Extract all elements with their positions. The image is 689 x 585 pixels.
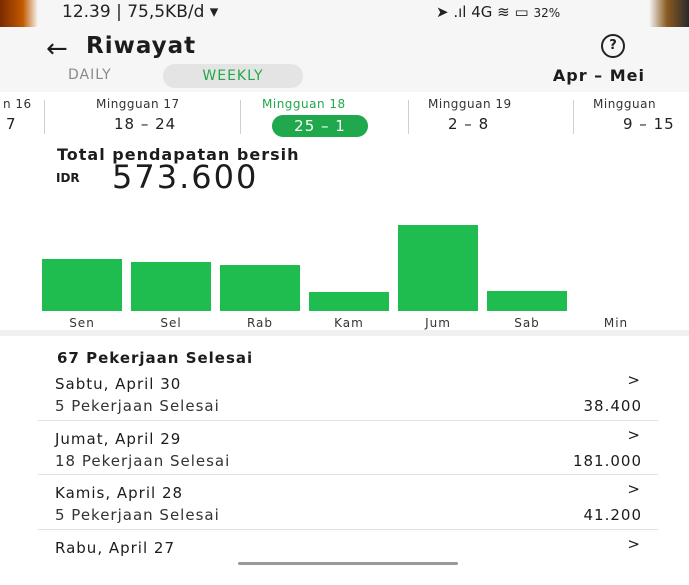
daily-earnings-chart: Sen Sel Rab Kam Jum Sab Min — [0, 200, 689, 336]
chevron-right-icon: > — [627, 480, 640, 498]
week-divider — [573, 100, 574, 134]
week-selector: n 16 7 Mingguan 17 18 – 24 Mingguan 18 2… — [0, 92, 689, 144]
job-day-row[interactable]: Jumat, April 29 18 Pekerjaan Selesai 181… — [38, 422, 658, 476]
chart-baseline-band — [0, 330, 689, 336]
currency-code: IDR — [56, 171, 80, 185]
chart-bar-sab[interactable] — [487, 291, 567, 311]
back-arrow-icon[interactable]: ← — [46, 34, 68, 64]
chart-bar-sel[interactable] — [131, 262, 211, 311]
job-day-row[interactable]: Rabu, April 27 > — [38, 531, 658, 585]
week-divider — [44, 100, 45, 134]
week-item-16[interactable]: n 16 7 — [0, 92, 38, 144]
status-bar-edge — [649, 0, 689, 27]
week-label: Mingguan 17 — [96, 97, 180, 111]
chart-bar-rab[interactable] — [220, 265, 300, 311]
week-label: Mingguan — [593, 97, 657, 111]
chart-day-label: Min — [603, 316, 629, 330]
job-day-date: Rabu, April 27 — [55, 539, 175, 557]
chart-day-label: Sen — [69, 316, 95, 330]
week-item-20[interactable]: Mingguan 9 – 15 — [593, 92, 689, 144]
status-bar-edge — [0, 0, 38, 27]
week-divider — [240, 100, 241, 134]
jobs-completed-heading: 67 Pekerjaan Selesai — [57, 349, 254, 367]
status-icons: ➤ .ıl 4G ≋ ▭ 32% — [436, 3, 560, 21]
row-divider — [38, 420, 658, 421]
chevron-right-icon: > — [627, 535, 640, 553]
week-range: 7 — [6, 115, 17, 133]
status-time: 12.39 | 75,5KB/d ▾ — [62, 2, 219, 22]
tab-weekly[interactable]: WEEKLY — [163, 64, 303, 88]
chevron-right-icon: > — [627, 371, 640, 389]
signal-wifi-battery-icons: ➤ .ıl 4G ≋ ▭ — [436, 3, 529, 21]
job-day-row[interactable]: Sabtu, April 30 5 Pekerjaan Selesai 38.4… — [38, 367, 658, 421]
status-bar: 12.39 | 75,5KB/d ▾ ➤ .ıl 4G ≋ ▭ 32% — [0, 0, 689, 27]
chart-bar-kam[interactable] — [309, 292, 389, 311]
week-label: Mingguan 19 — [428, 97, 512, 111]
week-range: 18 – 24 — [114, 115, 177, 133]
week-item-18[interactable]: Mingguan 18 25 – 1 — [262, 92, 402, 144]
period-tabs: DAILY WEEKLY Apr – Mei — [0, 62, 689, 92]
chart-day-label: Sab — [514, 316, 540, 330]
week-item-17[interactable]: Mingguan 17 18 – 24 — [92, 92, 232, 144]
job-day-count: 5 Pekerjaan Selesai — [55, 506, 220, 524]
job-day-row[interactable]: Kamis, April 28 5 Pekerjaan Selesai 41.2… — [38, 476, 658, 530]
week-range-selected: 25 – 1 — [272, 115, 368, 137]
week-range: 2 – 8 — [448, 115, 490, 133]
week-label: n 16 — [3, 97, 32, 111]
earnings-amount: 573.600 — [112, 158, 259, 196]
week-divider — [408, 100, 409, 134]
job-day-earnings: 38.400 — [583, 397, 642, 415]
tab-daily[interactable]: DAILY — [68, 67, 112, 83]
chart-day-label: Sel — [160, 316, 182, 330]
chart-bar-sen[interactable] — [42, 259, 122, 311]
week-range: 9 – 15 — [623, 115, 675, 133]
row-divider — [38, 529, 658, 530]
job-day-earnings: 181.000 — [572, 452, 642, 470]
job-day-date: Sabtu, April 30 — [55, 375, 182, 393]
week-item-19[interactable]: Mingguan 19 2 – 8 — [428, 92, 568, 144]
battery-percent: 32% — [533, 6, 561, 20]
job-day-date: Kamis, April 28 — [55, 484, 184, 502]
job-day-count: 5 Pekerjaan Selesai — [55, 397, 220, 415]
chart-day-label: Rab — [246, 316, 274, 330]
chart-day-label: Jum — [425, 316, 451, 330]
chart-bar-jum[interactable] — [398, 225, 478, 311]
month-range: Apr – Mei — [552, 66, 645, 85]
chevron-right-icon: > — [627, 426, 640, 444]
row-divider — [38, 474, 658, 475]
chart-day-label: Kam — [334, 316, 364, 330]
job-day-date: Jumat, April 29 — [55, 430, 182, 448]
page-title: Riwayat — [86, 33, 197, 59]
help-icon[interactable]: ? — [601, 34, 625, 58]
job-day-count: 18 Pekerjaan Selesai — [55, 452, 231, 470]
week-label: Mingguan 18 — [262, 97, 346, 111]
job-day-earnings: 41.200 — [583, 506, 642, 524]
